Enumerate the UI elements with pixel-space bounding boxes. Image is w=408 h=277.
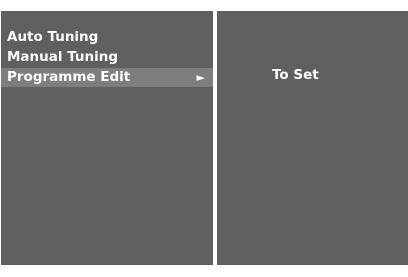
submenu-arrow-icon: ► [196, 71, 205, 84]
menu-item-auto-tuning[interactable]: Auto Tuning [1, 27, 213, 47]
menu-item-label: Auto Tuning [7, 29, 99, 45]
submenu-item-to-set[interactable]: To Set [272, 67, 319, 83]
menu-item-label: Programme Edit [7, 69, 131, 85]
menu-item-manual-tuning[interactable]: Manual Tuning [1, 47, 213, 67]
main-menu-list: Auto Tuning Manual Tuning Programme Edit… [1, 27, 213, 87]
main-menu-panel: Auto Tuning Manual Tuning Programme Edit… [1, 11, 213, 265]
submenu-item-label: To Set [272, 67, 319, 83]
menu-item-label: Manual Tuning [7, 49, 119, 65]
submenu-panel: To Set [217, 11, 408, 265]
tv-menu-screen: Auto Tuning Manual Tuning Programme Edit… [0, 0, 408, 277]
menu-item-programme-edit[interactable]: Programme Edit ► [1, 68, 213, 87]
